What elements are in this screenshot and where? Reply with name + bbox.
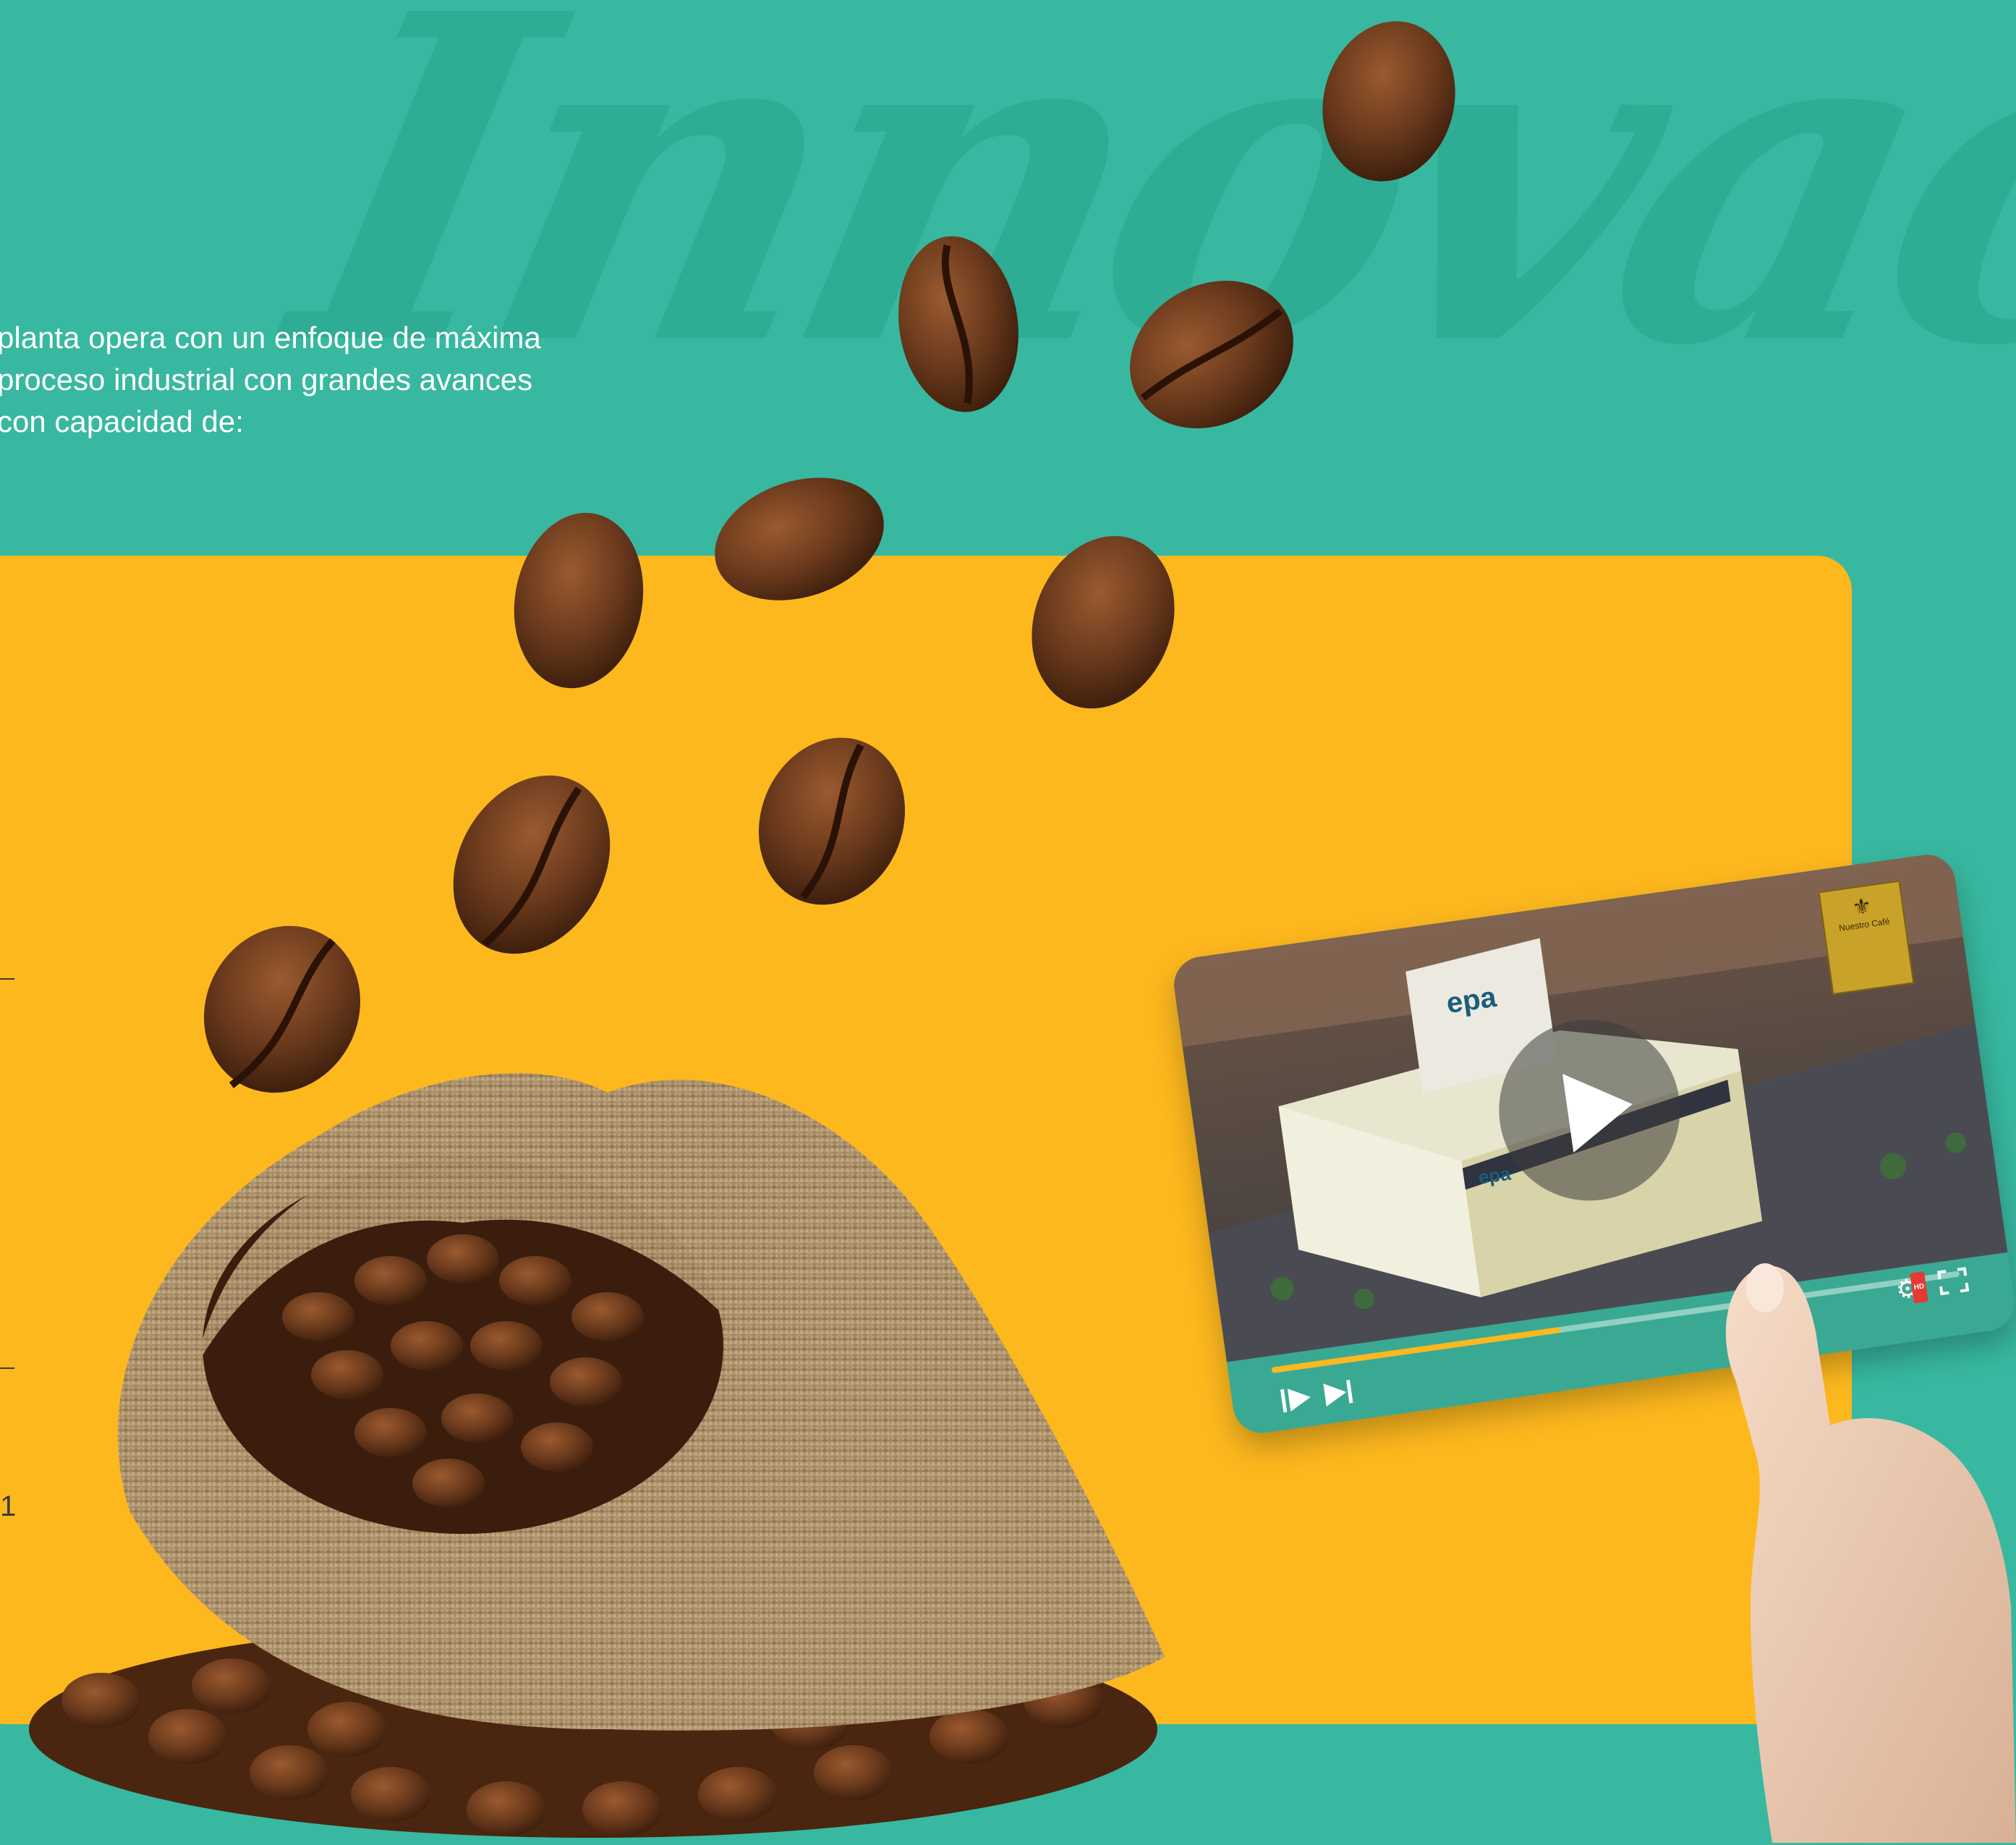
coffee-bean-4 [715, 478, 884, 601]
skip-next-icon [1323, 1380, 1353, 1407]
coffee-bean-3 [1130, 281, 1293, 428]
edge-divider-top [0, 978, 14, 980]
coffee-bean-6 [1032, 535, 1175, 709]
hand-image [1725, 1263, 2016, 1843]
coffee-sack [29, 1073, 1165, 1838]
coffee-bean-8 [453, 775, 611, 954]
edge-digit: 1 [0, 1490, 17, 1522]
play-icon [1562, 1074, 1633, 1153]
intro-paragraph: planta opera con un enfoque de máxima pr… [0, 321, 541, 438]
coffee-bean-5 [514, 512, 644, 689]
coffee-bean-7 [758, 737, 906, 905]
brand-badge: ⚜ Nuestro Café [1818, 880, 1915, 996]
step-play-icon [1280, 1388, 1311, 1413]
skip-next-button[interactable] [1320, 1376, 1358, 1414]
edge-divider-bottom [0, 1367, 14, 1369]
play-button[interactable] [1487, 1008, 1692, 1213]
coffee-bean-2 [898, 236, 1018, 412]
step-play-button[interactable] [1278, 1383, 1316, 1421]
coffee-bean-1 [1322, 21, 1455, 182]
